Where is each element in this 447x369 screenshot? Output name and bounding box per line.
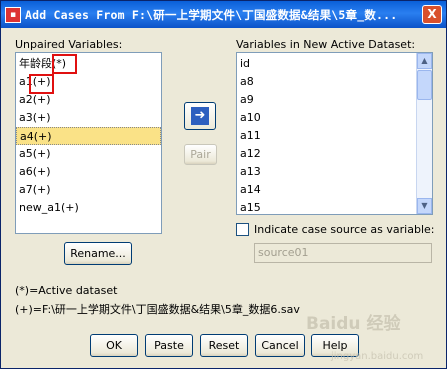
- move-button[interactable]: ➜: [184, 102, 216, 130]
- close-button[interactable]: X: [422, 5, 442, 24]
- list-item[interactable]: a5(+): [16, 145, 161, 163]
- reset-button[interactable]: Reset: [200, 334, 248, 357]
- list-item[interactable]: a10: [237, 109, 415, 127]
- scroll-thumb[interactable]: [417, 70, 432, 100]
- legend-active: (*)=Active dataset: [15, 284, 118, 297]
- right-arrow-icon: ➜: [191, 107, 209, 125]
- source-variable-field[interactable]: source01: [254, 243, 432, 263]
- list-item[interactable]: a8: [237, 73, 415, 91]
- watermark-logo: Baidu 经验: [306, 314, 401, 334]
- scroll-up-icon[interactable]: ▲: [417, 53, 432, 69]
- list-item[interactable]: a12: [237, 145, 415, 163]
- window-title: Add Cases From F:\研一上学期文件\丁国盛数据&结果\5章_数.…: [25, 7, 398, 22]
- watermark-url: jingyan.baidu.com: [331, 351, 424, 362]
- legend-file: (+)=F:\研一上学期文件\丁国盛数据&结果\5章_数据6.sav: [15, 303, 300, 316]
- list-item[interactable]: a13: [237, 163, 415, 181]
- new-dataset-variables-label: Variables in New Active Dataset:: [236, 38, 416, 51]
- vertical-scrollbar[interactable]: ▲ ▼: [416, 53, 432, 214]
- add-cases-dialog: ▪ Add Cases From F:\研一上学期文件\丁国盛数据&结果\5章_…: [0, 0, 447, 369]
- list-item[interactable]: a6(+): [16, 163, 161, 181]
- list-item-selected[interactable]: a4(+): [16, 127, 161, 145]
- list-item[interactable]: a9: [237, 91, 415, 109]
- annotation-box: [52, 54, 77, 74]
- list-item[interactable]: a14: [237, 181, 415, 199]
- unpaired-variables-label: Unpaired Variables:: [15, 38, 123, 51]
- list-item[interactable]: a11: [237, 127, 415, 145]
- app-icon: ▪: [5, 6, 21, 23]
- annotation-box: [29, 74, 54, 94]
- list-item[interactable]: a3(+): [16, 109, 161, 127]
- paste-button[interactable]: Paste: [145, 334, 193, 357]
- list-item[interactable]: a7(+): [16, 181, 161, 199]
- title-bar[interactable]: ▪ Add Cases From F:\研一上学期文件\丁国盛数据&结果\5章_…: [1, 1, 446, 28]
- scroll-down-icon[interactable]: ▼: [417, 198, 432, 214]
- list-item[interactable]: a15: [237, 199, 415, 214]
- new-dataset-variables-list[interactable]: id a8 a9 a10 a11 a12 a13 a14 a15 ▲ ▼: [236, 52, 433, 215]
- list-item[interactable]: new_a1(+): [16, 199, 161, 217]
- list-item[interactable]: 年龄段(*): [16, 55, 161, 73]
- cancel-button[interactable]: Cancel: [255, 334, 305, 357]
- indicate-source-label: Indicate case source as variable:: [254, 223, 435, 236]
- ok-button[interactable]: OK: [90, 334, 138, 357]
- pair-button[interactable]: Pair: [184, 144, 217, 165]
- list-item[interactable]: id: [237, 55, 415, 73]
- indicate-source-checkbox[interactable]: [236, 223, 249, 236]
- rename-button[interactable]: Rename...: [64, 242, 132, 265]
